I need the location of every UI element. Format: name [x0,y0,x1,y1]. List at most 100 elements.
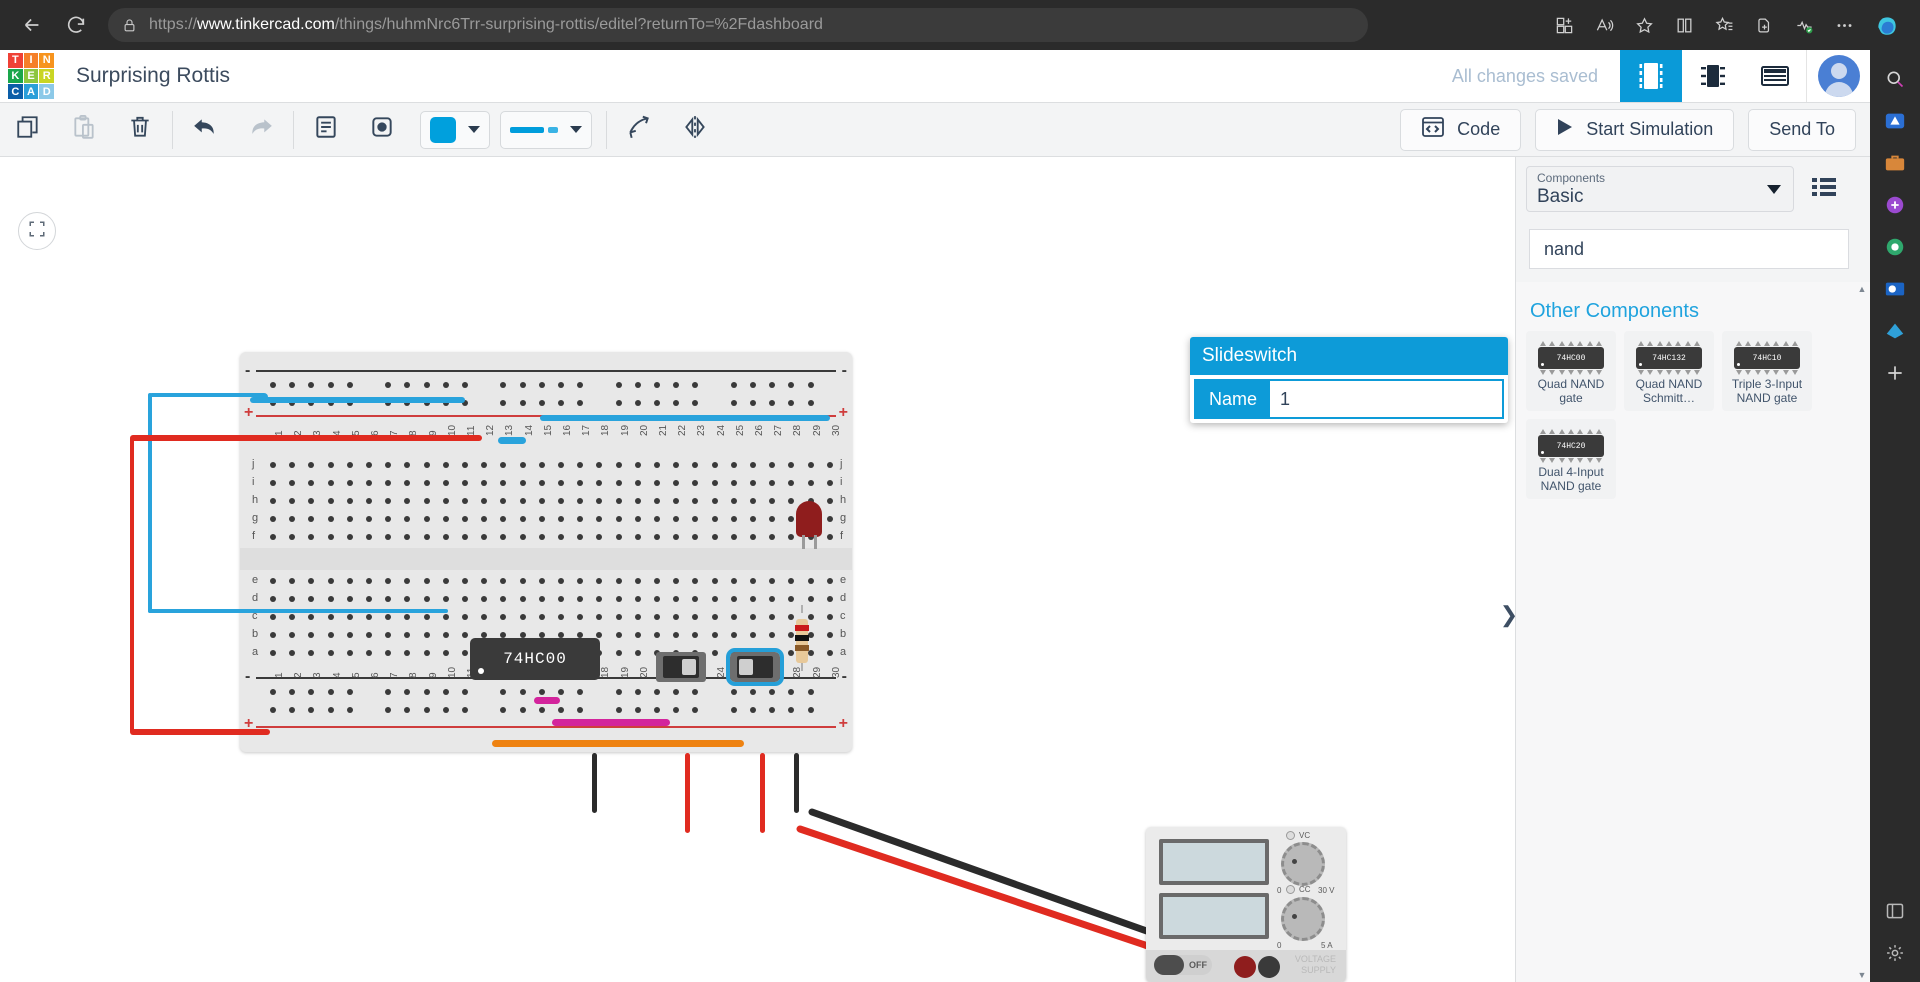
annotation-button[interactable] [354,107,410,153]
reload-icon[interactable] [58,7,94,43]
voltage-min-label: 0 [1277,886,1282,895]
positive-terminal[interactable] [1234,956,1256,978]
back-arrow-icon[interactable] [14,7,50,43]
briefcase-icon[interactable] [1876,142,1914,184]
dialog-name-row[interactable]: Name 1 [1194,379,1504,419]
wire-black-pin28[interactable] [794,753,799,813]
list-view-button[interactable] [1744,50,1806,102]
lock-icon [122,18,137,33]
wire-red-pin24[interactable] [685,753,690,833]
wire-black-pin20[interactable] [592,753,597,813]
panel-scrollbar[interactable]: ▲ ▼ [1856,282,1868,982]
component-card[interactable]: 74HC10 Triple 3-Input NAND gate [1722,331,1812,411]
breadboard-view-button[interactable] [1620,50,1682,102]
address-bar-text: https://www.tinkercad.com/things/huhmNrc… [149,16,823,34]
cv-label: VC [1299,831,1311,840]
split-screen-add-icon[interactable] [1544,7,1584,43]
wire-red-row-g[interactable] [130,435,482,441]
circuit-canvas[interactable]: - - + + - - + + jjiihhggffeeddccbbaa1122… [0,157,1515,982]
trash-icon [127,114,153,145]
copilot-icon[interactable] [1864,7,1910,43]
send-to-button[interactable]: Send To [1748,108,1856,151]
add-tab-group-icon[interactable] [1744,7,1784,43]
autodesk-icon[interactable] [1876,100,1914,142]
start-simulation-button[interactable]: Start Simulation [1535,108,1735,151]
breadboard[interactable]: - - + + - - + + jjiihhggffeeddccbbaa1122… [240,352,852,752]
power-supply[interactable]: VC CC 0 30 V 0 5 A OFF VOLTAGE SUPPLY [1146,827,1346,982]
component-chip-graphic: 74HC20 [1538,429,1604,463]
account-button[interactable] [1806,50,1870,102]
copy-button[interactable] [0,107,56,153]
wire-magenta-long[interactable] [552,719,670,726]
chip-74hc00[interactable]: 74HC00 [470,638,600,680]
component-card[interactable]: 74HC00 Quad NAND gate [1526,331,1616,411]
wire-blue-left-loop[interactable] [148,393,152,613]
current-knob[interactable] [1281,897,1325,941]
negative-terminal[interactable] [1258,956,1280,978]
undo-button[interactable] [177,107,233,153]
fit-to-view-button[interactable] [18,212,56,250]
resistor-component[interactable] [795,605,809,675]
mirror-button[interactable] [667,107,723,153]
split-screen-icon[interactable] [1664,7,1704,43]
palette-icon[interactable] [1876,226,1914,268]
schematic-view-button[interactable] [1682,50,1744,102]
wire-blue-bottom-segment[interactable] [148,609,448,613]
voltage-display [1159,839,1269,885]
tools-icon[interactable] [1876,184,1914,226]
slideswitch-properties-dialog[interactable]: Slideswitch Name 1 [1190,337,1508,423]
component-search-box[interactable]: nand [1529,229,1849,269]
read-aloud-icon[interactable] [1584,7,1624,43]
wire-red-left-loop-vertical[interactable] [130,437,134,733]
wire-type-picker[interactable] [500,110,592,149]
wire-blue-row-h[interactable] [540,415,830,421]
note-icon [313,114,339,145]
settings-more-icon[interactable] [1824,7,1864,43]
wire-color-picker[interactable] [420,110,490,149]
power-switch[interactable]: OFF [1154,955,1212,975]
led-component[interactable] [796,501,822,549]
settings-gear-icon[interactable] [1876,932,1914,974]
voltage-knob[interactable] [1281,842,1325,886]
redo-button[interactable] [233,107,289,153]
breadboard-column-label: 8 [408,672,420,678]
scroll-up-arrow[interactable]: ▲ [1856,282,1868,296]
paste-button[interactable] [56,107,112,153]
led-leg-cathode [814,535,817,549]
wire-blue-top-segment[interactable] [148,393,268,397]
wire-blue-row-i[interactable] [250,397,465,403]
component-card[interactable]: 74HC20 Dual 4-Input NAND gate [1526,419,1616,499]
component-category-select[interactable]: Components Basic [1526,166,1794,212]
drive-icon[interactable] [1876,310,1914,352]
wire-orange[interactable] [492,740,744,747]
wire-magenta-short[interactable] [534,697,560,704]
address-bar[interactable]: https://www.tinkercad.com/things/huhmNrc… [108,8,1368,42]
component-name: Dual 4-Input NAND gate [1538,465,1604,493]
notes-button[interactable] [298,107,354,153]
split-panel-icon[interactable] [1876,890,1914,932]
browser-essentials-icon[interactable] [1784,7,1824,43]
breadboard-row-label: d [840,592,847,604]
wire-blue-short-g[interactable] [498,437,526,444]
breadboard-column-label: 30 [830,424,842,436]
breadboard-column-label: 18 [600,424,612,436]
tinkercad-logo[interactable]: T I N K E R C A D [8,53,54,99]
wire-red-bottom[interactable] [130,729,270,735]
component-card[interactable]: 74HC132 Quad NAND Schmitt… [1624,331,1714,411]
list-view-toggle[interactable] [1794,157,1854,221]
collections-icon[interactable] [1704,7,1744,43]
code-button[interactable]: Code [1400,108,1522,151]
document-title[interactable]: Surprising Rottis [76,64,230,88]
favorite-star-icon[interactable] [1624,7,1664,43]
rotate-button[interactable] [611,107,667,153]
slideswitch-unselected[interactable] [656,652,706,682]
breadboard-column-label: 1 [274,672,285,678]
wire-red-pin26[interactable] [760,753,765,833]
add-icon[interactable] [1876,352,1914,394]
name-field-input[interactable]: 1 [1270,381,1502,417]
outlook-icon[interactable] [1876,268,1914,310]
slideswitch-selected[interactable] [726,648,784,686]
scroll-down-arrow[interactable]: ▼ [1856,968,1868,982]
search-icon[interactable] [1876,58,1914,100]
delete-button[interactable] [112,107,168,153]
